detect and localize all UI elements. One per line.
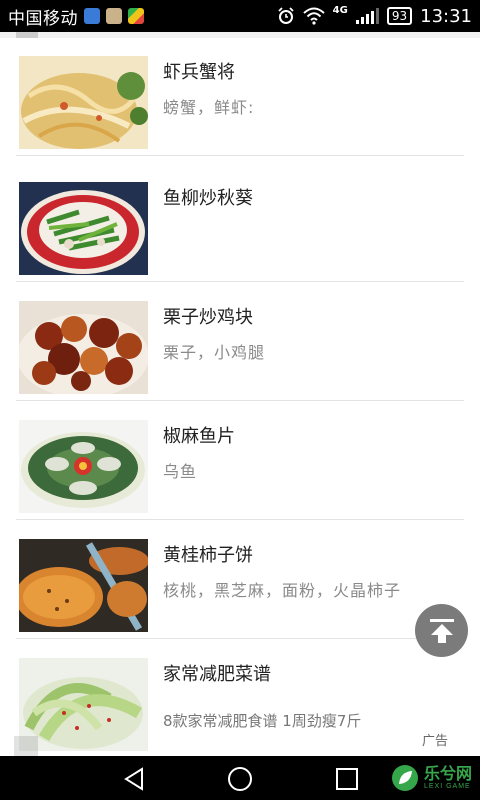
- gallery-notification-icon: [106, 8, 122, 24]
- recipe-item[interactable]: 椒麻鱼片 乌鱼: [16, 402, 464, 520]
- home-icon[interactable]: [225, 764, 255, 794]
- recipe-title: 椒麻鱼片: [163, 426, 235, 447]
- recipe-title: 虾兵蟹将: [163, 62, 235, 83]
- navigation-bar: 乐兮网 LEXI GAME: [0, 756, 480, 800]
- watermark-subtext: LEXI GAME: [423, 782, 471, 790]
- watermark-logo: 乐兮网 LEXI GAME: [390, 759, 472, 797]
- recipe-thumbnail: [19, 182, 148, 275]
- back-icon[interactable]: [120, 764, 150, 794]
- app-notification-icon: [84, 8, 100, 24]
- watermark-text: 乐兮网: [423, 765, 472, 783]
- status-time: 13:31: [420, 5, 472, 27]
- recipe-title: 栗子炒鸡块: [163, 307, 253, 328]
- arrow-up-to-top-icon: [429, 618, 454, 643]
- leaf-logo-icon: [391, 765, 418, 791]
- ad-title: 家常减肥菜谱: [163, 664, 271, 685]
- recipe-ingredients: 螃蟹，鲜虾:: [163, 98, 255, 117]
- status-bar: 中国移动 4G 93 13:31: [0, 0, 480, 32]
- alarm-icon: [278, 7, 294, 24]
- recipe-ingredients: 乌鱼: [163, 462, 198, 481]
- scroll-to-top-button[interactable]: [415, 604, 468, 657]
- recipe-ingredients: 栗子，小鸡腿: [163, 343, 266, 362]
- recipe-item[interactable]: 鱼柳炒秋葵: [16, 164, 464, 282]
- ad-item[interactable]: 家常减肥菜谱 8款家常减肥食谱 1周劲瘦7斤 广告: [16, 640, 464, 756]
- recipe-thumbnail: [19, 420, 148, 513]
- network-type: 4G: [332, 4, 348, 16]
- ad-label: 广告: [421, 734, 448, 749]
- recipe-item[interactable]: 黄桂柿子饼 核桃，黑芝麻，面粉，火晶柿子: [16, 521, 464, 639]
- ad-description: 8款家常减肥食谱 1周劲瘦7斤: [163, 712, 362, 730]
- notification-icons: [84, 8, 144, 24]
- ad-thumbnail: [19, 658, 148, 751]
- ad-close-icon[interactable]: [14, 736, 38, 756]
- recipe-list[interactable]: 虾兵蟹将 螃蟹，鲜虾: 鱼柳炒秋葵 栗子炒鸡块 栗子，小鸡腿 椒麻鱼片 乌鱼 黄…: [0, 38, 480, 756]
- signal-icon: [355, 8, 379, 24]
- recipe-item[interactable]: 虾兵蟹将 螃蟹，鲜虾:: [16, 38, 464, 156]
- recents-icon[interactable]: [332, 764, 362, 794]
- recipe-title: 鱼柳炒秋葵: [163, 188, 253, 209]
- recipe-title: 黄桂柿子饼: [163, 545, 253, 566]
- recipe-thumbnail: [19, 301, 148, 394]
- battery-icon: 93: [386, 7, 413, 25]
- recipe-item[interactable]: 栗子炒鸡块 栗子，小鸡腿: [16, 283, 464, 401]
- wifi-icon: [303, 7, 325, 25]
- recipe-ingredients: 核桃，黑芝麻，面粉，火晶柿子: [163, 581, 402, 600]
- play-store-icon: [128, 8, 144, 24]
- recipe-thumbnail: [19, 539, 148, 632]
- carrier-name: 中国移动: [8, 8, 78, 29]
- recipe-thumbnail: [19, 56, 148, 149]
